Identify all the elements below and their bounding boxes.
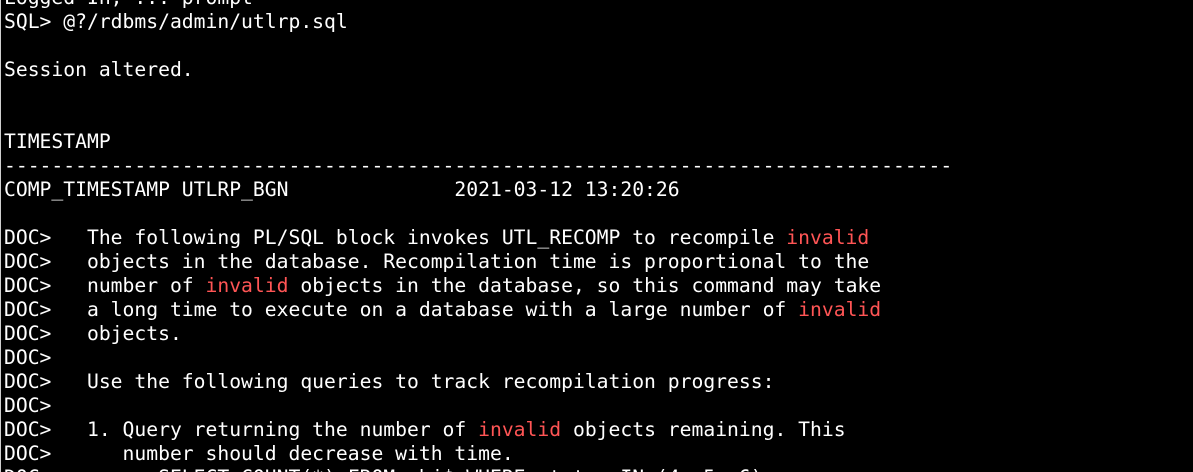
terminal-text: Session altered. xyxy=(4,58,194,81)
highlighted-keyword: invalid xyxy=(205,274,289,297)
highlighted-keyword: invalid xyxy=(786,226,870,249)
terminal-text: DOC> SELECT COUNT(*) FROM obj$ WHERE sta… xyxy=(4,466,774,472)
terminal-text: TIMESTAMP xyxy=(4,130,111,153)
terminal-text: COMP_TIMESTAMP UTLRP_BGN 2021-03-12 13:2… xyxy=(4,178,680,201)
terminal-text: DOC> a long time to execute on a databas… xyxy=(4,298,799,321)
terminal-line: DOC> a long time to execute on a databas… xyxy=(4,298,952,322)
terminal-line: SQL> @?/rdbms/admin/utlrp.sql xyxy=(4,10,952,34)
terminal-line: DOC> objects. xyxy=(4,322,952,346)
terminal-line: DOC> SELECT COUNT(*) FROM obj$ WHERE sta… xyxy=(4,466,952,472)
highlighted-keyword: invalid xyxy=(798,298,882,321)
terminal-text: DOC> number should decrease with time. xyxy=(4,442,514,465)
terminal-text: DOC> objects in the database. Recompilat… xyxy=(4,250,870,273)
terminal-text: DOC> xyxy=(4,394,52,417)
terminal-text: DOC> number of xyxy=(4,274,206,297)
terminal-text: objects remaining. This xyxy=(561,418,846,441)
highlighted-keyword: invalid xyxy=(478,418,562,441)
terminal-text: objects in the database, so this command… xyxy=(288,274,882,297)
terminal-text: DOC> xyxy=(4,346,52,369)
terminal-window[interactable]: Logged In, ... promptSQL> @?/rdbms/admin… xyxy=(0,0,1193,472)
terminal-line: DOC> number should decrease with time. xyxy=(4,442,952,466)
terminal-text: DOC> 1. Query returning the number of xyxy=(4,418,479,441)
terminal-line: DOC> objects in the database. Recompilat… xyxy=(4,250,952,274)
terminal-line: Logged In, ... prompt xyxy=(4,0,952,10)
terminal-line: COMP_TIMESTAMP UTLRP_BGN 2021-03-12 13:2… xyxy=(4,178,952,202)
terminal-line: DOC> Use the following queries to track … xyxy=(4,370,952,394)
terminal-text: SQL> @?/rdbms/admin/utlrp.sql xyxy=(4,10,348,33)
terminal-text: DOC> objects. xyxy=(4,322,182,345)
terminal-line: DOC> xyxy=(4,346,952,370)
terminal-text: Logged In, ... prompt xyxy=(4,0,253,9)
terminal-line: TIMESTAMP xyxy=(4,130,952,154)
terminal-text: DOC> The following PL/SQL block invokes … xyxy=(4,226,787,249)
terminal-text: ----------------------------------------… xyxy=(4,154,953,177)
terminal-text: DOC> Use the following queries to track … xyxy=(4,370,775,393)
terminal-line: DOC> xyxy=(4,394,952,418)
terminal-line: DOC> number of invalid objects in the da… xyxy=(4,274,952,298)
terminal-line: DOC> The following PL/SQL block invokes … xyxy=(4,226,952,250)
terminal-line: Session altered. xyxy=(4,58,952,82)
terminal-line: ----------------------------------------… xyxy=(4,154,952,178)
terminal-output: Logged In, ... promptSQL> @?/rdbms/admin… xyxy=(4,0,952,472)
terminal-line: DOC> 1. Query returning the number of in… xyxy=(4,418,952,442)
